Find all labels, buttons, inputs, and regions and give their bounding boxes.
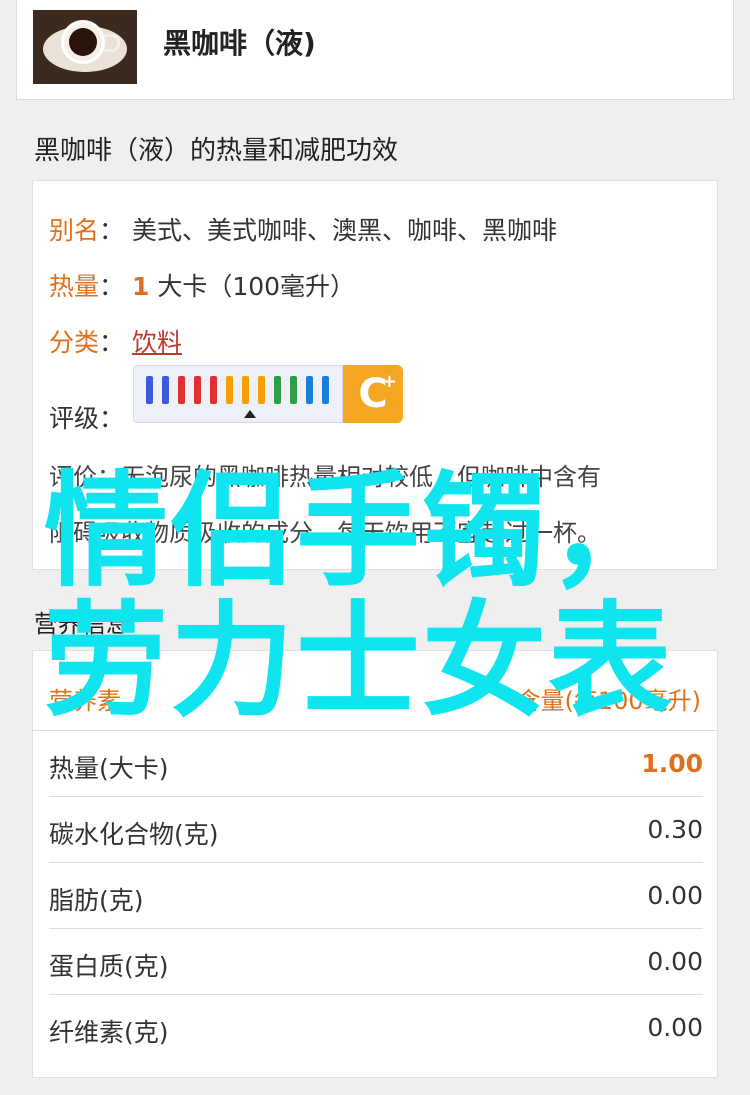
- category-key: 分类: [49, 328, 100, 357]
- gauge-bar: [290, 376, 297, 404]
- grade-gauge: [133, 365, 343, 423]
- gauge-bar: [322, 376, 329, 404]
- table-row: 碳水化合物(克) 0.30: [49, 797, 703, 863]
- gauge-bar: [258, 376, 265, 404]
- gauge-pointer-icon: [244, 410, 256, 418]
- gauge-bar: [226, 376, 233, 404]
- nutrient-name: 热量(大卡): [49, 754, 169, 783]
- gauge-bar: [306, 376, 313, 404]
- overlay-text-line-2: 劳力士女表: [44, 590, 675, 734]
- section-heat-title: 黑咖啡（液）的热量和减肥功效: [34, 136, 399, 166]
- gauge-bar: [146, 376, 153, 404]
- nutrient-name: 碳水化合物(克): [49, 820, 219, 849]
- table-row: 蛋白质(克) 0.00: [49, 929, 703, 995]
- gauge-bar: [274, 376, 281, 404]
- alias-key: 别名: [49, 216, 100, 245]
- grade-plus: +: [381, 371, 397, 392]
- table-row: 脂肪(克) 0.00: [49, 863, 703, 929]
- nutrient-value: 0.00: [647, 947, 703, 976]
- nutrient-value: 0.30: [647, 815, 703, 844]
- calorie-key: 热量: [49, 272, 100, 301]
- calorie-number: 1: [131, 272, 150, 301]
- product-card[interactable]: 黑咖啡（液): [16, 0, 734, 100]
- coffee-cup-image: [33, 10, 137, 84]
- nutrient-value: 0.00: [647, 1013, 703, 1042]
- nutrient-name: 纤维素(克): [49, 1018, 169, 1047]
- alias-row: 别名： 美式、美式咖啡、澳黑、咖啡、黑咖啡: [49, 216, 557, 245]
- gauge-bar: [242, 376, 249, 404]
- table-row: 纤维素(克) 0.00: [49, 995, 703, 1061]
- gauge-bar: [194, 376, 201, 404]
- table-row: 热量(大卡) 1.00: [49, 731, 703, 797]
- nutrient-value: 0.00: [647, 881, 703, 910]
- nutrient-name: 蛋白质(克): [49, 952, 169, 981]
- page: 黑咖啡（液) 黑咖啡（液）的热量和减肥功效 别名： 美式、美式咖啡、澳黑、咖啡、…: [0, 0, 750, 1095]
- gauge-bar: [162, 376, 169, 404]
- grade-key: 评级: [49, 404, 100, 433]
- gauge-bar: [210, 376, 217, 404]
- gauge-bar: [178, 376, 185, 404]
- calorie-unit: 大卡（100毫升）: [157, 272, 356, 301]
- product-name: 黑咖啡（液): [163, 27, 316, 60]
- alias-value: 美式、美式咖啡、澳黑、咖啡、黑咖啡: [131, 216, 557, 245]
- category-row: 分类： 饮料: [49, 328, 182, 357]
- grade-widget: C +: [133, 365, 403, 423]
- calorie-row: 热量： 1 大卡（100毫升）: [49, 272, 356, 301]
- category-link[interactable]: 饮料: [132, 328, 182, 357]
- grade-badge: C +: [343, 365, 403, 423]
- nutrient-value: 1.00: [641, 749, 703, 778]
- nutrient-name: 脂肪(克): [49, 886, 144, 915]
